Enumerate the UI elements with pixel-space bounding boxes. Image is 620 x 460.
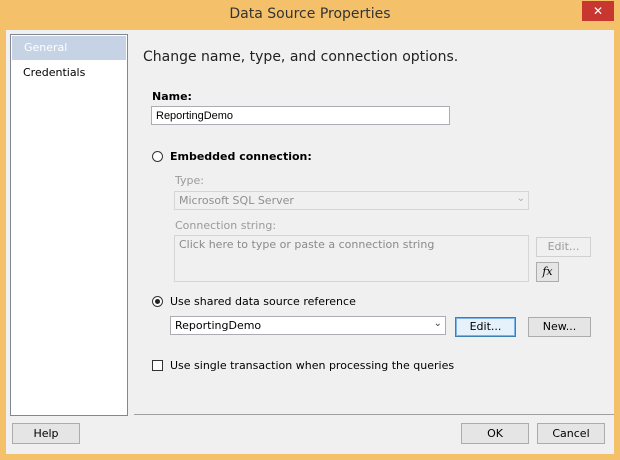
shared-data-source-radio[interactable]	[152, 296, 163, 307]
single-transaction-checkbox[interactable]	[152, 360, 163, 371]
ok-button[interactable]: OK	[461, 423, 529, 444]
single-transaction-label: Use single transaction when processing t…	[170, 359, 455, 372]
fx-icon: fx	[542, 265, 553, 278]
footer-divider	[134, 414, 614, 415]
connection-string-input[interactable]: Click here to type or paste a connection…	[174, 235, 529, 282]
connection-string-label: Connection string:	[175, 219, 277, 232]
dialog-title: Data Source Properties	[229, 6, 391, 22]
shared-data-source-select[interactable]: ReportingDemo ⌄	[170, 316, 446, 335]
shared-edit-button[interactable]: Edit...	[455, 317, 516, 337]
sidebar-item-credentials[interactable]: Credentials	[11, 61, 127, 85]
title-bar: Data Source Properties ✕	[0, 0, 620, 30]
type-label: Type:	[175, 174, 204, 187]
close-button[interactable]: ✕	[582, 1, 614, 21]
expression-button[interactable]: fx	[536, 262, 559, 282]
shared-data-source-value: ReportingDemo	[175, 319, 262, 332]
close-icon: ✕	[592, 4, 604, 18]
name-label: Name:	[152, 90, 192, 103]
dialog-client-area: General Credentials Change name, type, a…	[6, 30, 614, 454]
help-button[interactable]: Help	[12, 423, 80, 444]
page-list: General Credentials	[10, 34, 128, 416]
name-input[interactable]	[151, 106, 450, 125]
chevron-down-icon: ⌄	[433, 318, 442, 329]
cancel-button[interactable]: Cancel	[537, 423, 605, 444]
dialog-window: Data Source Properties ✕ General Credent…	[0, 0, 620, 460]
page-heading: Change name, type, and connection option…	[143, 49, 459, 65]
connection-edit-button[interactable]: Edit...	[536, 237, 591, 257]
type-select[interactable]: Microsoft SQL Server ⌄	[174, 191, 529, 210]
chevron-down-icon: ⌄	[516, 193, 525, 204]
type-select-value: Microsoft SQL Server	[179, 194, 294, 207]
shared-data-source-label: Use shared data source reference	[170, 295, 356, 308]
embedded-connection-radio[interactable]	[152, 151, 163, 162]
sidebar-item-general[interactable]: General	[12, 36, 126, 60]
embedded-connection-label: Embedded connection:	[170, 150, 312, 163]
general-page: Change name, type, and connection option…	[134, 30, 614, 414]
shared-new-button[interactable]: New...	[528, 317, 591, 337]
